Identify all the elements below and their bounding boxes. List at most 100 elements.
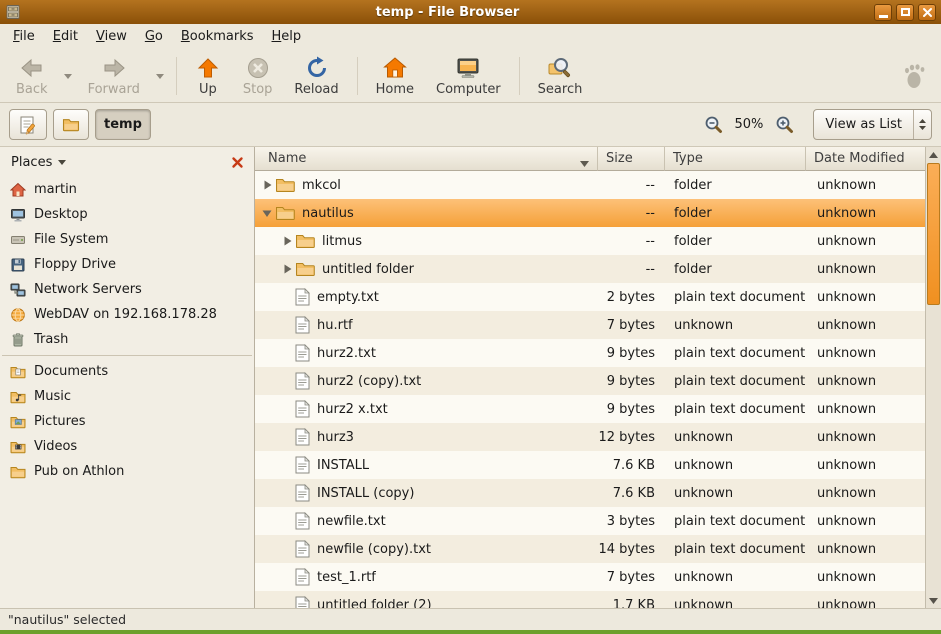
name-cell: hurz2 (copy).txt <box>255 367 598 395</box>
toolbar-home-button[interactable]: Home <box>366 52 424 100</box>
scrollbar-track[interactable] <box>926 305 941 593</box>
size-cell: -- <box>598 227 665 255</box>
sidebar-close-icon <box>231 156 244 169</box>
expander-collapsed-icon[interactable] <box>279 263 295 275</box>
date-cell: unknown <box>806 255 925 283</box>
menu-help[interactable]: Help <box>263 24 311 50</box>
maximize-button[interactable] <box>896 4 914 21</box>
side-folder-doc-icon <box>10 365 26 379</box>
zoom-out-button[interactable] <box>702 113 725 136</box>
file-row-mkcol[interactable]: mkcol--folderunknown <box>255 171 925 199</box>
close-button[interactable] <box>918 4 936 21</box>
edit-location-icon <box>18 115 38 135</box>
sidebar-item-webdav-on-192-168-178-28[interactable]: WebDAV on 192.168.178.28 <box>0 302 254 327</box>
toolbar-up-button[interactable]: Up <box>185 52 231 100</box>
date-cell: unknown <box>806 507 925 535</box>
type-cell: plain text document <box>665 283 806 311</box>
file-row-test-1-rtf[interactable]: test_1.rtf7 bytesunknownunknown <box>255 563 925 591</box>
size-cell: 7.6 KB <box>598 451 665 479</box>
scroll-down-button[interactable] <box>926 593 941 608</box>
name-cell: litmus <box>255 227 598 255</box>
type-cell: plain text document <box>665 395 806 423</box>
sidebar-item-pub-on-athlon[interactable]: Pub on Athlon <box>0 459 254 484</box>
toolbar-stop-button[interactable]: Stop <box>233 52 283 100</box>
date-cell: unknown <box>806 283 925 311</box>
file-row-hurz2-txt[interactable]: hurz2.txt9 bytesplain text documentunkno… <box>255 339 925 367</box>
date-cell: unknown <box>806 591 925 608</box>
toolbar-forward-history-dropdown[interactable] <box>152 52 168 100</box>
type-cell: unknown <box>665 451 806 479</box>
toolbar-separator <box>519 57 520 95</box>
scroll-up-button[interactable] <box>926 147 941 162</box>
menu-go[interactable]: Go <box>136 24 172 50</box>
expander-expanded-icon[interactable] <box>259 207 275 219</box>
root-folder-icon <box>62 117 80 132</box>
toolbar: Back Forward UpStopReload HomeComputer Searc… <box>0 50 941 103</box>
window-controls <box>874 4 936 21</box>
root-path-button[interactable] <box>53 109 89 140</box>
menu-bookmarks[interactable]: Bookmarks <box>172 24 263 50</box>
name-cell: empty.txt <box>255 283 598 311</box>
file-row-hurz3[interactable]: hurz312 bytesunknownunknown <box>255 423 925 451</box>
side-drive-icon <box>10 232 26 248</box>
zoom-in-button[interactable] <box>773 113 796 136</box>
file-row-hurz2-copy-txt[interactable]: hurz2 (copy).txt9 bytesplain text docume… <box>255 367 925 395</box>
column-header-size[interactable]: Size <box>598 147 665 171</box>
file-row-empty-txt[interactable]: empty.txt2 bytesplain text documentunkno… <box>255 283 925 311</box>
side-floppy-icon <box>10 257 26 273</box>
titlebar[interactable]: temp - File Browser <box>0 0 941 24</box>
minimize-button[interactable] <box>874 4 892 21</box>
sidebar-item-network-servers[interactable]: Network Servers <box>0 277 254 302</box>
sidebar-item-file-system[interactable]: File System <box>0 227 254 252</box>
file-row-install[interactable]: INSTALL7.6 KBunknownunknown <box>255 451 925 479</box>
file-row-install-copy[interactable]: INSTALL (copy)7.6 KBunknownunknown <box>255 479 925 507</box>
file-row-nautilus[interactable]: nautilus--folderunknown <box>255 199 925 227</box>
sidebar-item-videos[interactable]: Videos <box>0 434 254 459</box>
file-row-newfile-copy-txt[interactable]: newfile (copy).txt14 bytesplain text doc… <box>255 535 925 563</box>
date-cell: unknown <box>806 199 925 227</box>
forward-icon <box>101 55 127 81</box>
size-cell: 14 bytes <box>598 535 665 563</box>
toolbar-reload-button[interactable]: Reload <box>284 52 348 100</box>
toolbar-forward-button[interactable]: Forward <box>78 52 150 100</box>
scrollbar-thumb[interactable] <box>927 163 940 305</box>
toggle-location-entry-button[interactable] <box>9 109 47 140</box>
file-row-litmus[interactable]: litmus--folderunknown <box>255 227 925 255</box>
sidebar-item-music[interactable]: Music <box>0 384 254 409</box>
expander-collapsed-icon[interactable] <box>279 235 295 247</box>
close-sidebar-button[interactable] <box>229 154 246 171</box>
menu-edit[interactable]: Edit <box>44 24 87 50</box>
toolbar-search-button[interactable]: Search <box>528 52 593 100</box>
file-row-untitled-folder[interactable]: untitled folder--folderunknown <box>255 255 925 283</box>
text-file-icon <box>295 456 310 474</box>
file-row-newfile-txt[interactable]: newfile.txt3 bytesplain text documentunk… <box>255 507 925 535</box>
date-cell: unknown <box>806 395 925 423</box>
vertical-scrollbar[interactable] <box>925 147 941 608</box>
view-mode-dropdown[interactable]: View as List <box>813 109 932 140</box>
column-header-date[interactable]: Date Modified <box>806 147 925 171</box>
file-row-hurz2-x-txt[interactable]: hurz2 x.txt9 bytesplain text documentunk… <box>255 395 925 423</box>
date-cell: unknown <box>806 227 925 255</box>
sidebar-item-martin[interactable]: martin <box>0 177 254 202</box>
sidebar-item-trash[interactable]: Trash <box>0 327 254 352</box>
sidebar-item-desktop[interactable]: Desktop <box>0 202 254 227</box>
text-file-icon <box>295 512 310 530</box>
menu-file[interactable]: File <box>4 24 44 50</box>
toolbar-back-button[interactable]: Back <box>6 52 58 100</box>
sidebar-item-floppy-drive[interactable]: Floppy Drive <box>0 252 254 277</box>
file-row-hu-rtf[interactable]: hu.rtf7 bytesunknownunknown <box>255 311 925 339</box>
name-cell: hurz2.txt <box>255 339 598 367</box>
path-button-temp[interactable]: temp <box>95 109 151 140</box>
type-cell: unknown <box>665 311 806 339</box>
column-header-name[interactable]: Name <box>255 147 598 171</box>
expander-collapsed-icon[interactable] <box>259 179 275 191</box>
sidebar-item-pictures[interactable]: Pictures <box>0 409 254 434</box>
toolbar-back-history-dropdown[interactable] <box>60 52 76 100</box>
menu-view[interactable]: View <box>87 24 136 50</box>
column-header-type[interactable]: Type <box>665 147 806 171</box>
sidebar-item-documents[interactable]: Documents <box>0 359 254 384</box>
size-cell: 9 bytes <box>598 395 665 423</box>
toolbar-computer-button[interactable]: Computer <box>426 52 511 100</box>
file-row-untitled-folder-2[interactable]: untitled folder (2)1.7 KBunknownunknown <box>255 591 925 608</box>
places-selector[interactable]: Places <box>11 155 66 170</box>
